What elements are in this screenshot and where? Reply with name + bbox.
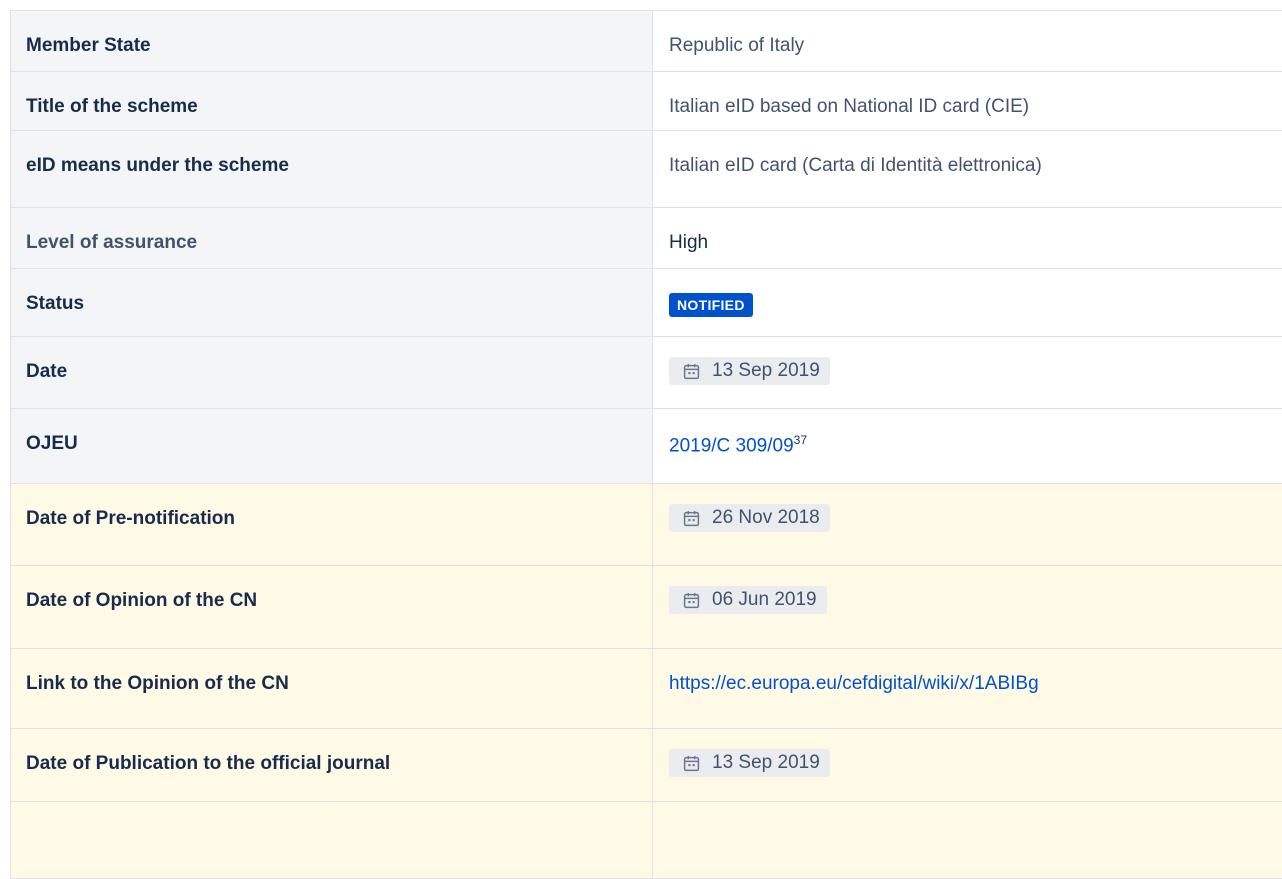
row-value-opinion-date: 06 Jun 2019 [653, 566, 1282, 649]
calendar-icon [683, 755, 700, 772]
date-lozenge[interactable]: 06 Jun 2019 [669, 586, 827, 614]
date-lozenge[interactable]: 13 Sep 2019 [669, 749, 830, 777]
row-label-eid-means: eID means under the scheme [11, 131, 653, 208]
scheme-table: Member State Republic of Italy Title of … [10, 10, 1282, 879]
value-text: High [669, 232, 708, 253]
footnote-ref[interactable]: 37 [794, 433, 807, 447]
ojeu-link[interactable]: 2019/C 309/09 [669, 435, 794, 456]
label-text: OJEU [26, 433, 78, 454]
row-value-loa: High [653, 208, 1282, 269]
row-label-member-state: Member State [11, 11, 653, 72]
row-label-publication-date: Date of Publication to the official jour… [11, 729, 653, 802]
label-text: Link to the Opinion of the CN [26, 673, 289, 694]
table-row [11, 802, 1282, 879]
row-value-status: NOTIFIED [653, 269, 1282, 337]
table-row: Title of the scheme Italian eID based on… [11, 72, 1282, 131]
table-row: Link to the Opinion of the CN https://ec… [11, 649, 1282, 729]
opinion-link[interactable]: https://ec.europa.eu/cefdigital/wiki/x/1… [669, 673, 1039, 694]
date-text: 06 Jun 2019 [712, 589, 817, 611]
label-text: eID means under the scheme [26, 155, 289, 176]
row-value-prenotification: 26 Nov 2018 [653, 484, 1282, 566]
row-value-eid-means: Italian eID card (Carta di Identità elet… [653, 131, 1282, 208]
calendar-icon [683, 592, 700, 609]
table-row: Level of assurance High [11, 208, 1282, 269]
date-lozenge[interactable]: 13 Sep 2019 [669, 357, 830, 385]
label-text: Date [26, 361, 67, 382]
row-label-prenotification: Date of Pre-notification [11, 484, 653, 566]
row-label-opinion-date: Date of Opinion of the CN [11, 566, 653, 649]
label-text: Date of Publication to the official jour… [26, 753, 390, 774]
label-text: Date of Pre-notification [26, 508, 235, 529]
value-text: Italian eID card (Carta di Identità elet… [669, 155, 1042, 176]
label-text: Date of Opinion of the CN [26, 590, 257, 611]
table-row: Date of Opinion of the CN 06 Jun 2019 [11, 566, 1282, 649]
label-text: Status [26, 293, 84, 314]
value-text: Republic of Italy [669, 35, 804, 56]
label-text: Level of assurance [26, 232, 197, 253]
table-row: Date 13 Sep 2019 [11, 337, 1282, 409]
row-value-publication-date: 13 Sep 2019 [653, 729, 1282, 802]
table-row: Member State Republic of Italy [11, 11, 1282, 72]
row-label-empty [11, 802, 653, 879]
table-row: Status NOTIFIED [11, 269, 1282, 337]
table-row: Date of Pre-notification 26 Nov 2018 [11, 484, 1282, 566]
calendar-icon [683, 510, 700, 527]
table-row: Date of Publication to the official jour… [11, 729, 1282, 802]
row-label-loa: Level of assurance [11, 208, 653, 269]
status-badge: NOTIFIED [669, 293, 753, 317]
row-label-opinion-link: Link to the Opinion of the CN [11, 649, 653, 729]
row-value-title: Italian eID based on National ID card (C… [653, 72, 1282, 131]
date-text: 13 Sep 2019 [712, 360, 820, 382]
label-text: Member State [26, 35, 151, 56]
row-value-ojeu: 2019/C 309/0937 [653, 409, 1282, 484]
calendar-icon [683, 363, 700, 380]
row-value-opinion-link: https://ec.europa.eu/cefdigital/wiki/x/1… [653, 649, 1282, 729]
row-value-empty [653, 802, 1282, 879]
date-lozenge[interactable]: 26 Nov 2018 [669, 504, 830, 532]
row-label-date: Date [11, 337, 653, 409]
row-label-ojeu: OJEU [11, 409, 653, 484]
row-label-title: Title of the scheme [11, 72, 653, 131]
row-value-date: 13 Sep 2019 [653, 337, 1282, 409]
label-text: Title of the scheme [26, 96, 198, 117]
table-row: OJEU 2019/C 309/0937 [11, 409, 1282, 484]
value-text: Italian eID based on National ID card (C… [669, 96, 1029, 117]
row-label-status: Status [11, 269, 653, 337]
table-row: eID means under the scheme Italian eID c… [11, 131, 1282, 208]
row-value-member-state: Republic of Italy [653, 11, 1282, 72]
date-text: 13 Sep 2019 [712, 752, 820, 774]
date-text: 26 Nov 2018 [712, 507, 820, 529]
